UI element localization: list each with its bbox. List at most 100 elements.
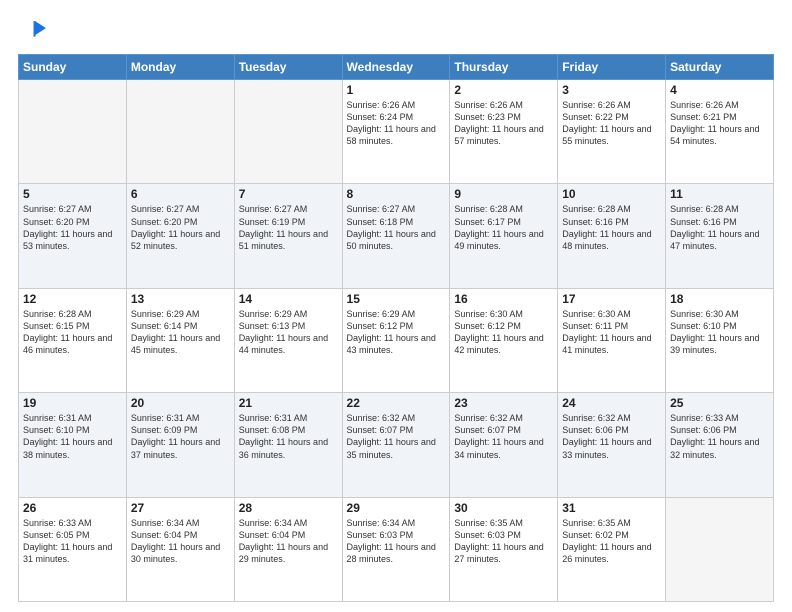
calendar-day-empty bbox=[126, 80, 234, 184]
calendar-day-18: 18 Sunrise: 6:30 AMSunset: 6:10 PMDayligh… bbox=[666, 288, 774, 392]
calendar-day-1: 1Sunrise: 6:26 AMSunset: 6:24 PMDaylight… bbox=[342, 80, 450, 184]
day-number: 11 bbox=[670, 187, 769, 201]
calendar-week-1: 1Sunrise: 6:26 AMSunset: 6:24 PMDaylight… bbox=[19, 80, 774, 184]
calendar-day-empty bbox=[19, 80, 127, 184]
calendar-day-25: 25Sunrise: 6:33 AMSunset: 6:06 PMDayligh… bbox=[666, 393, 774, 497]
day-number: 10 bbox=[562, 187, 661, 201]
day-number: 4 bbox=[670, 83, 769, 97]
day-info: Sunrise: 6:35 AMSunset: 6:02 PMDaylight:… bbox=[562, 517, 661, 566]
day-number: 23 bbox=[454, 396, 553, 410]
logo bbox=[18, 18, 50, 46]
day-info: Sunrise: 6:31 AMSunset: 6:08 PMDaylight:… bbox=[239, 412, 338, 461]
day-number: 17 bbox=[562, 292, 661, 306]
day-info: Sunrise: 6:35 AMSunset: 6:03 PMDaylight:… bbox=[454, 517, 553, 566]
day-info: Sunrise: 6:30 AMSunset: 6:11 PMDaylight:… bbox=[562, 308, 661, 357]
day-number: 21 bbox=[239, 396, 338, 410]
day-number: 18 bbox=[670, 292, 769, 306]
day-info: Sunrise: 6:31 AMSunset: 6:10 PMDaylight:… bbox=[23, 412, 122, 461]
calendar-table: SundayMondayTuesdayWednesdayThursdayFrid… bbox=[18, 54, 774, 602]
calendar-day-3: 3 Sunrise: 6:26 AMSunset: 6:22 PMDaylight… bbox=[558, 80, 666, 184]
weekday-header-wednesday: Wednesday bbox=[342, 55, 450, 80]
weekday-header-thursday: Thursday bbox=[450, 55, 558, 80]
weekday-header-sunday: Sunday bbox=[19, 55, 127, 80]
day-info: Sunrise: 6:33 AMSunset: 6:06 PMDaylight:… bbox=[670, 412, 769, 461]
day-number: 15 bbox=[347, 292, 446, 306]
calendar-day-2: 2Sunrise: 6:26 AMSunset: 6:23 PMDaylight… bbox=[450, 80, 558, 184]
day-info: Sunrise: 6:30 AMSunset: 6:12 PMDaylight:… bbox=[454, 308, 553, 357]
day-number: 1 bbox=[347, 83, 446, 97]
day-number: 24 bbox=[562, 396, 661, 410]
calendar-week-4: 19 Sunrise: 6:31 AMSunset: 6:10 PMDayligh… bbox=[19, 393, 774, 497]
day-number: 19 bbox=[23, 396, 122, 410]
day-number: 27 bbox=[131, 501, 230, 515]
weekday-header-tuesday: Tuesday bbox=[234, 55, 342, 80]
day-info: Sunrise: 6:27 AMSunset: 6:20 PMDaylight:… bbox=[131, 203, 230, 252]
day-info: Sunrise: 6:30 AMSunset: 6:10 PMDaylight:… bbox=[670, 308, 769, 357]
day-info: Sunrise: 6:26 AMSunset: 6:23 PMDaylight:… bbox=[454, 99, 553, 148]
day-number: 7 bbox=[239, 187, 338, 201]
page: SundayMondayTuesdayWednesdayThursdayFrid… bbox=[0, 0, 792, 612]
day-number: 29 bbox=[347, 501, 446, 515]
day-number: 31 bbox=[562, 501, 661, 515]
calendar-day-14: 14 Sunrise: 6:29 AMSunset: 6:13 PMDayligh… bbox=[234, 288, 342, 392]
calendar-week-5: 26Sunrise: 6:33 AMSunset: 6:05 PMDayligh… bbox=[19, 497, 774, 601]
day-info: Sunrise: 6:28 AMSunset: 6:16 PMDaylight:… bbox=[670, 203, 769, 252]
day-info: Sunrise: 6:34 AMSunset: 6:03 PMDaylight:… bbox=[347, 517, 446, 566]
day-info: Sunrise: 6:34 AMSunset: 6:04 PMDaylight:… bbox=[131, 517, 230, 566]
day-info: Sunrise: 6:31 AMSunset: 6:09 PMDaylight:… bbox=[131, 412, 230, 461]
day-info: Sunrise: 6:32 AMSunset: 6:07 PMDaylight:… bbox=[454, 412, 553, 461]
day-number: 30 bbox=[454, 501, 553, 515]
calendar-day-31: 31 Sunrise: 6:35 AMSunset: 6:02 PMDayligh… bbox=[558, 497, 666, 601]
day-number: 3 bbox=[562, 83, 661, 97]
day-number: 9 bbox=[454, 187, 553, 201]
day-info: Sunrise: 6:32 AMSunset: 6:06 PMDaylight:… bbox=[562, 412, 661, 461]
calendar-day-10: 10Sunrise: 6:28 AMSunset: 6:16 PMDayligh… bbox=[558, 184, 666, 288]
calendar-day-12: 12Sunrise: 6:28 AMSunset: 6:15 PMDayligh… bbox=[19, 288, 127, 392]
calendar-day-4: 4 Sunrise: 6:26 AMSunset: 6:21 PMDaylight… bbox=[666, 80, 774, 184]
calendar-day-27: 27 Sunrise: 6:34 AMSunset: 6:04 PMDayligh… bbox=[126, 497, 234, 601]
day-info: Sunrise: 6:26 AMSunset: 6:21 PMDaylight:… bbox=[670, 99, 769, 148]
calendar-day-28: 28Sunrise: 6:34 AMSunset: 6:04 PMDayligh… bbox=[234, 497, 342, 601]
calendar-week-2: 5 Sunrise: 6:27 AMSunset: 6:20 PMDaylight… bbox=[19, 184, 774, 288]
calendar-day-9: 9 Sunrise: 6:28 AMSunset: 6:17 PMDaylight… bbox=[450, 184, 558, 288]
weekday-header-friday: Friday bbox=[558, 55, 666, 80]
calendar-day-8: 8 Sunrise: 6:27 AMSunset: 6:18 PMDaylight… bbox=[342, 184, 450, 288]
generalblue-logo-icon bbox=[18, 18, 46, 46]
calendar-day-11: 11 Sunrise: 6:28 AMSunset: 6:16 PMDayligh… bbox=[666, 184, 774, 288]
calendar-week-3: 12Sunrise: 6:28 AMSunset: 6:15 PMDayligh… bbox=[19, 288, 774, 392]
day-info: Sunrise: 6:29 AMSunset: 6:14 PMDaylight:… bbox=[131, 308, 230, 357]
day-number: 5 bbox=[23, 187, 122, 201]
day-number: 13 bbox=[131, 292, 230, 306]
calendar-day-29: 29 Sunrise: 6:34 AMSunset: 6:03 PMDayligh… bbox=[342, 497, 450, 601]
day-number: 22 bbox=[347, 396, 446, 410]
day-number: 28 bbox=[239, 501, 338, 515]
calendar-day-20: 20 Sunrise: 6:31 AMSunset: 6:09 PMDayligh… bbox=[126, 393, 234, 497]
day-info: Sunrise: 6:27 AMSunset: 6:19 PMDaylight:… bbox=[239, 203, 338, 252]
weekday-header-saturday: Saturday bbox=[666, 55, 774, 80]
calendar-day-empty bbox=[234, 80, 342, 184]
calendar-day-7: 7 Sunrise: 6:27 AMSunset: 6:19 PMDaylight… bbox=[234, 184, 342, 288]
day-number: 8 bbox=[347, 187, 446, 201]
calendar-day-16: 16 Sunrise: 6:30 AMSunset: 6:12 PMDayligh… bbox=[450, 288, 558, 392]
day-number: 20 bbox=[131, 396, 230, 410]
weekday-header-monday: Monday bbox=[126, 55, 234, 80]
day-info: Sunrise: 6:27 AMSunset: 6:18 PMDaylight:… bbox=[347, 203, 446, 252]
header bbox=[18, 18, 774, 46]
day-number: 14 bbox=[239, 292, 338, 306]
day-info: Sunrise: 6:32 AMSunset: 6:07 PMDaylight:… bbox=[347, 412, 446, 461]
calendar-day-26: 26Sunrise: 6:33 AMSunset: 6:05 PMDayligh… bbox=[19, 497, 127, 601]
day-info: Sunrise: 6:28 AMSunset: 6:15 PMDaylight:… bbox=[23, 308, 122, 357]
day-number: 26 bbox=[23, 501, 122, 515]
day-info: Sunrise: 6:29 AMSunset: 6:13 PMDaylight:… bbox=[239, 308, 338, 357]
calendar-day-15: 15 Sunrise: 6:29 AMSunset: 6:12 PMDayligh… bbox=[342, 288, 450, 392]
day-number: 16 bbox=[454, 292, 553, 306]
day-info: Sunrise: 6:26 AMSunset: 6:22 PMDaylight:… bbox=[562, 99, 661, 148]
calendar-day-30: 30 Sunrise: 6:35 AMSunset: 6:03 PMDayligh… bbox=[450, 497, 558, 601]
calendar-day-24: 24 Sunrise: 6:32 AMSunset: 6:06 PMDayligh… bbox=[558, 393, 666, 497]
day-info: Sunrise: 6:29 AMSunset: 6:12 PMDaylight:… bbox=[347, 308, 446, 357]
day-info: Sunrise: 6:27 AMSunset: 6:20 PMDaylight:… bbox=[23, 203, 122, 252]
day-info: Sunrise: 6:28 AMSunset: 6:17 PMDaylight:… bbox=[454, 203, 553, 252]
calendar-day-17: 17 Sunrise: 6:30 AMSunset: 6:11 PMDayligh… bbox=[558, 288, 666, 392]
day-number: 6 bbox=[131, 187, 230, 201]
calendar-day-empty bbox=[666, 497, 774, 601]
